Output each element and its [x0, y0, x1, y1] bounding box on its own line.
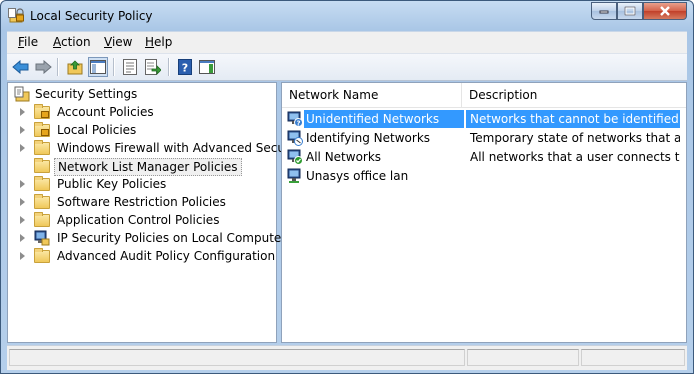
- tree-item-local-policies[interactable]: Local Policies: [8, 121, 276, 139]
- tree-item-label: Public Key Policies: [57, 177, 167, 191]
- status-segment: [9, 349, 465, 366]
- cell-description: Networks that cannot be identified ...: [466, 110, 680, 128]
- tree-item-network-list-manager-policies[interactable]: Network List Manager Policies: [8, 157, 276, 176]
- network-identifying-icon: [287, 130, 303, 146]
- menu-view[interactable]: View: [104, 35, 132, 49]
- security-settings-icon: [14, 86, 30, 102]
- tree-item-label: Windows Firewall with Advanced Security: [57, 141, 306, 155]
- tree-item-application-control-policies[interactable]: Application Control Policies: [8, 211, 276, 229]
- folder-lock-icon: [34, 122, 50, 138]
- ip-security-icon: [34, 230, 50, 246]
- list-item-all-networks[interactable]: All Networks All networks that a user co…: [282, 148, 686, 166]
- help-icon: ?: [178, 59, 192, 75]
- svg-text:?: ?: [182, 62, 188, 75]
- svg-text:?: ?: [296, 120, 300, 128]
- menu-help[interactable]: Help: [145, 35, 172, 49]
- properties-icon: [123, 59, 137, 75]
- maximize-icon: [624, 6, 636, 16]
- column-header-network-name[interactable]: Network Name: [282, 83, 462, 107]
- back-arrow-icon: [12, 60, 29, 74]
- cell-network-name: Identifying Networks: [306, 131, 431, 145]
- back-button[interactable]: [11, 57, 31, 77]
- folder-icon: [34, 140, 50, 156]
- tree-item-label: Advanced Audit Policy Configuration: [57, 249, 276, 263]
- window-title: Local Security Policy: [30, 9, 153, 23]
- folder-icon: [34, 212, 50, 228]
- close-button[interactable]: [643, 2, 687, 20]
- tree-item-label: Network List Manager Policies: [54, 158, 242, 176]
- cell-description: [466, 167, 680, 185]
- status-segment: [581, 349, 685, 366]
- folder-icon: [34, 248, 50, 264]
- main-window: Local Security Policy File Action View H…: [0, 0, 694, 374]
- tree-item-security-settings[interactable]: Security Settings: [8, 85, 276, 103]
- title-bar[interactable]: Local Security Policy: [1, 1, 693, 31]
- network-all-icon: [287, 149, 303, 165]
- show-hide-action-pane-button[interactable]: [197, 57, 217, 77]
- network-icon: [287, 168, 303, 184]
- tree-item-ip-security-policies[interactable]: IP Security Policies on Local Computer: [8, 229, 286, 247]
- menu-bar: File Action View Help: [7, 31, 687, 54]
- folder-icon: [34, 194, 50, 210]
- show-hide-console-tree-icon: [90, 60, 106, 74]
- tree-item-account-policies[interactable]: Account Policies: [8, 103, 276, 121]
- up-folder-icon: [67, 60, 83, 75]
- forward-button[interactable]: [33, 57, 53, 77]
- expand-arrow-icon[interactable]: [20, 216, 25, 224]
- expand-arrow-icon[interactable]: [20, 144, 25, 152]
- properties-button[interactable]: [120, 57, 140, 77]
- status-segment: [467, 349, 579, 366]
- tree-item-label: Account Policies: [57, 105, 154, 119]
- forward-arrow-icon: [35, 60, 52, 74]
- folder-lock-icon: [34, 104, 50, 120]
- column-header-description[interactable]: Description: [462, 83, 686, 107]
- cell-network-name: Unidentified Networks: [304, 110, 464, 128]
- tree-item-label: Security Settings: [35, 87, 138, 101]
- list-header: Network Name Description: [282, 83, 686, 108]
- tree-item-label: IP Security Policies on Local Computer: [57, 231, 287, 245]
- help-button[interactable]: ?: [175, 57, 195, 77]
- minimize-icon: [599, 10, 609, 14]
- maximize-button[interactable]: [617, 2, 643, 20]
- show-hide-console-tree-button[interactable]: [88, 57, 108, 77]
- expand-arrow-icon[interactable]: [20, 198, 25, 206]
- local-security-policy-icon: [8, 8, 24, 24]
- close-icon: [660, 6, 670, 16]
- console-tree[interactable]: Security Settings Account Policies Local…: [7, 82, 305, 343]
- export-list-button[interactable]: [143, 57, 163, 77]
- minimize-button[interactable]: [591, 2, 617, 20]
- expand-arrow-icon[interactable]: [20, 234, 25, 242]
- show-hide-action-pane-icon: [199, 60, 215, 74]
- expand-arrow-icon[interactable]: [20, 252, 25, 260]
- tree-item-software-restriction-policies[interactable]: Software Restriction Policies: [8, 193, 276, 211]
- tree-item-advanced-audit-policy[interactable]: Advanced Audit Policy Configuration: [8, 247, 276, 265]
- network-unidentified-icon: ?: [287, 111, 303, 128]
- cell-description: All networks that a user connects to.: [470, 150, 680, 164]
- list-item-unidentified-networks[interactable]: ? Unidentified Networks Networks that ca…: [282, 110, 686, 128]
- cell-network-name: Unasys office lan: [306, 169, 409, 183]
- expand-arrow-icon[interactable]: [20, 180, 25, 188]
- toolbar: ?: [7, 53, 687, 81]
- expand-arrow-icon[interactable]: [20, 126, 25, 134]
- list-item-identifying-networks[interactable]: Identifying Networks Temporary state of …: [282, 129, 686, 147]
- results-list[interactable]: Network Name Description ? Unidentified …: [281, 82, 687, 343]
- tree-item-windows-firewall[interactable]: Windows Firewall with Advanced Security: [8, 139, 305, 157]
- export-list-icon: [145, 59, 161, 75]
- expand-arrow-icon[interactable]: [20, 108, 25, 116]
- status-bar: [7, 345, 687, 370]
- cell-description: Temporary state of networks that ar...: [470, 131, 680, 145]
- tree-item-label: Software Restriction Policies: [57, 195, 226, 209]
- tree-item-public-key-policies[interactable]: Public Key Policies: [8, 175, 276, 193]
- tree-item-label: Local Policies: [57, 123, 137, 137]
- tree-item-label: Application Control Policies: [57, 213, 220, 227]
- up-one-level-button[interactable]: [65, 57, 85, 77]
- menu-action[interactable]: Action: [53, 35, 91, 49]
- folder-icon: [34, 158, 50, 174]
- list-item-unasys-office-lan[interactable]: Unasys office lan: [282, 167, 686, 185]
- menu-file[interactable]: File: [18, 35, 38, 49]
- cell-network-name: All Networks: [306, 150, 382, 164]
- folder-icon: [34, 176, 50, 192]
